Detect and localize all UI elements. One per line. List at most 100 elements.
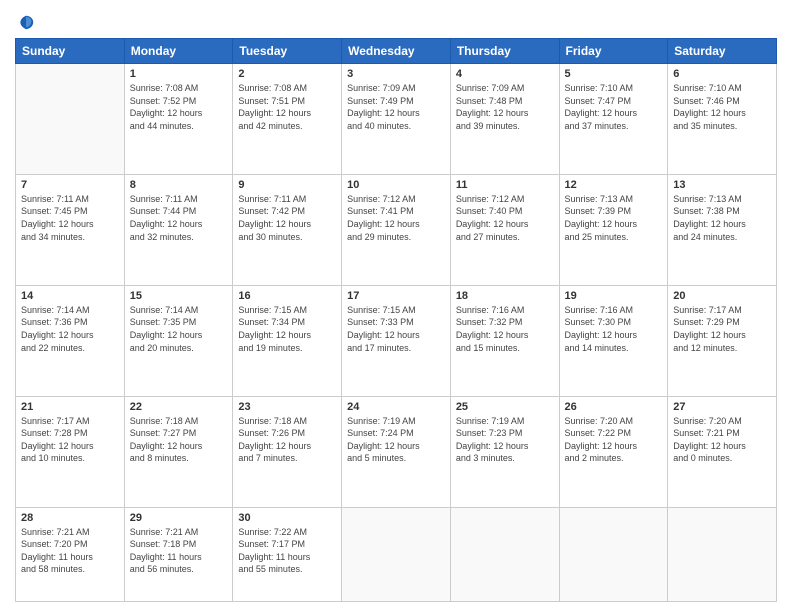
calendar-cell: 14 Sunrise: 7:14 AM Sunset: 7:36 PM Dayli… <box>16 285 125 396</box>
weekday-header-thursday: Thursday <box>450 39 559 64</box>
day-info: Sunrise: 7:12 AM Sunset: 7:40 PM Dayligh… <box>456 193 554 243</box>
calendar-cell: 18 Sunrise: 7:16 AM Sunset: 7:32 PM Dayli… <box>450 285 559 396</box>
calendar-cell: 11 Sunrise: 7:12 AM Sunset: 7:40 PM Dayli… <box>450 174 559 285</box>
weekday-header-row: SundayMondayTuesdayWednesdayThursdayFrid… <box>16 39 777 64</box>
day-info: Sunrise: 7:10 AM Sunset: 7:47 PM Dayligh… <box>565 82 663 132</box>
day-info: Sunrise: 7:20 AM Sunset: 7:21 PM Dayligh… <box>673 415 771 465</box>
calendar-cell <box>342 507 451 602</box>
calendar-cell: 1 Sunrise: 7:08 AM Sunset: 7:52 PM Daylig… <box>124 64 233 175</box>
calendar-table: SundayMondayTuesdayWednesdayThursdayFrid… <box>15 38 777 602</box>
day-info: Sunrise: 7:19 AM Sunset: 7:23 PM Dayligh… <box>456 415 554 465</box>
day-number: 10 <box>347 179 445 191</box>
day-number: 1 <box>130 68 228 80</box>
calendar-cell: 3Sunrise: 7:09 AM Sunset: 7:49 PM Daylig… <box>342 64 451 175</box>
calendar-cell: 26 Sunrise: 7:20 AM Sunset: 7:22 PM Dayli… <box>559 396 668 507</box>
day-number: 28 <box>21 512 119 524</box>
day-info: Sunrise: 7:10 AM Sunset: 7:46 PM Dayligh… <box>673 82 771 132</box>
calendar-cell: 27 Sunrise: 7:20 AM Sunset: 7:21 PM Dayli… <box>668 396 777 507</box>
day-info: Sunrise: 7:11 AM Sunset: 7:42 PM Dayligh… <box>238 193 336 243</box>
day-info: Sunrise: 7:08 AM Sunset: 7:51 PM Dayligh… <box>238 82 336 132</box>
day-number: 25 <box>456 401 554 413</box>
day-number: 22 <box>130 401 228 413</box>
day-number: 12 <box>565 179 663 191</box>
day-number: 5 <box>565 68 663 80</box>
calendar-cell: 25 Sunrise: 7:19 AM Sunset: 7:23 PM Dayli… <box>450 396 559 507</box>
day-number: 9 <box>238 179 336 191</box>
weekday-header-saturday: Saturday <box>668 39 777 64</box>
day-number: 19 <box>565 290 663 302</box>
calendar-cell <box>450 507 559 602</box>
weekday-header-tuesday: Tuesday <box>233 39 342 64</box>
week-row-3: 14 Sunrise: 7:14 AM Sunset: 7:36 PM Dayli… <box>16 285 777 396</box>
weekday-header-sunday: Sunday <box>16 39 125 64</box>
day-number: 14 <box>21 290 119 302</box>
calendar-cell: 23Sunrise: 7:18 AM Sunset: 7:26 PM Dayli… <box>233 396 342 507</box>
day-number: 17 <box>347 290 445 302</box>
day-number: 11 <box>456 179 554 191</box>
weekday-header-friday: Friday <box>559 39 668 64</box>
calendar-cell: 17 Sunrise: 7:15 AM Sunset: 7:33 PM Dayli… <box>342 285 451 396</box>
day-info: Sunrise: 7:11 AM Sunset: 7:44 PM Dayligh… <box>130 193 228 243</box>
day-number: 30 <box>238 512 336 524</box>
week-row-1: 1 Sunrise: 7:08 AM Sunset: 7:52 PM Daylig… <box>16 64 777 175</box>
day-info: Sunrise: 7:18 AM Sunset: 7:26 PM Dayligh… <box>238 415 336 465</box>
day-info: Sunrise: 7:14 AM Sunset: 7:36 PM Dayligh… <box>21 304 119 354</box>
calendar-cell: 5 Sunrise: 7:10 AM Sunset: 7:47 PM Daylig… <box>559 64 668 175</box>
day-number: 13 <box>673 179 771 191</box>
day-info: Sunrise: 7:17 AM Sunset: 7:29 PM Dayligh… <box>673 304 771 354</box>
calendar-cell: 9 Sunrise: 7:11 AM Sunset: 7:42 PM Daylig… <box>233 174 342 285</box>
day-number: 4 <box>456 68 554 80</box>
day-info: Sunrise: 7:12 AM Sunset: 7:41 PM Dayligh… <box>347 193 445 243</box>
week-row-5: 28 Sunrise: 7:21 AM Sunset: 7:20 PM Dayli… <box>16 507 777 602</box>
week-row-2: 7Sunrise: 7:11 AM Sunset: 7:45 PM Daylig… <box>16 174 777 285</box>
calendar-cell: 28 Sunrise: 7:21 AM Sunset: 7:20 PM Dayli… <box>16 507 125 602</box>
calendar-cell: 2 Sunrise: 7:08 AM Sunset: 7:51 PM Daylig… <box>233 64 342 175</box>
day-number: 6 <box>673 68 771 80</box>
calendar-cell: 13Sunrise: 7:13 AM Sunset: 7:38 PM Dayli… <box>668 174 777 285</box>
page: SundayMondayTuesdayWednesdayThursdayFrid… <box>0 0 792 612</box>
day-info: Sunrise: 7:17 AM Sunset: 7:28 PM Dayligh… <box>21 415 119 465</box>
day-info: Sunrise: 7:09 AM Sunset: 7:49 PM Dayligh… <box>347 82 445 132</box>
day-info: Sunrise: 7:22 AM Sunset: 7:17 PM Dayligh… <box>238 526 336 576</box>
logo-bird-icon <box>17 14 35 32</box>
day-info: Sunrise: 7:19 AM Sunset: 7:24 PM Dayligh… <box>347 415 445 465</box>
calendar-cell: 24 Sunrise: 7:19 AM Sunset: 7:24 PM Dayli… <box>342 396 451 507</box>
day-info: Sunrise: 7:11 AM Sunset: 7:45 PM Dayligh… <box>21 193 119 243</box>
day-number: 8 <box>130 179 228 191</box>
calendar-cell: 21 Sunrise: 7:17 AM Sunset: 7:28 PM Dayli… <box>16 396 125 507</box>
day-info: Sunrise: 7:13 AM Sunset: 7:39 PM Dayligh… <box>565 193 663 243</box>
day-number: 24 <box>347 401 445 413</box>
calendar-cell <box>559 507 668 602</box>
day-number: 2 <box>238 68 336 80</box>
day-info: Sunrise: 7:21 AM Sunset: 7:20 PM Dayligh… <box>21 526 119 576</box>
calendar-cell: 15Sunrise: 7:14 AM Sunset: 7:35 PM Dayli… <box>124 285 233 396</box>
day-info: Sunrise: 7:21 AM Sunset: 7:18 PM Dayligh… <box>130 526 228 576</box>
day-number: 18 <box>456 290 554 302</box>
calendar-cell <box>668 507 777 602</box>
weekday-header-monday: Monday <box>124 39 233 64</box>
calendar-cell: 19 Sunrise: 7:16 AM Sunset: 7:30 PM Dayli… <box>559 285 668 396</box>
calendar-cell: 16 Sunrise: 7:15 AM Sunset: 7:34 PM Dayli… <box>233 285 342 396</box>
calendar-cell: 7Sunrise: 7:11 AM Sunset: 7:45 PM Daylig… <box>16 174 125 285</box>
day-number: 27 <box>673 401 771 413</box>
calendar-cell: 29 Sunrise: 7:21 AM Sunset: 7:18 PM Dayli… <box>124 507 233 602</box>
logo <box>15 14 35 32</box>
calendar-cell: 6 Sunrise: 7:10 AM Sunset: 7:46 PM Daylig… <box>668 64 777 175</box>
calendar-cell: 30 Sunrise: 7:22 AM Sunset: 7:17 PM Dayli… <box>233 507 342 602</box>
day-number: 29 <box>130 512 228 524</box>
day-info: Sunrise: 7:20 AM Sunset: 7:22 PM Dayligh… <box>565 415 663 465</box>
calendar-cell: 20Sunrise: 7:17 AM Sunset: 7:29 PM Dayli… <box>668 285 777 396</box>
day-info: Sunrise: 7:15 AM Sunset: 7:33 PM Dayligh… <box>347 304 445 354</box>
day-number: 21 <box>21 401 119 413</box>
day-info: Sunrise: 7:15 AM Sunset: 7:34 PM Dayligh… <box>238 304 336 354</box>
day-info: Sunrise: 7:16 AM Sunset: 7:30 PM Dayligh… <box>565 304 663 354</box>
calendar-cell: 4 Sunrise: 7:09 AM Sunset: 7:48 PM Daylig… <box>450 64 559 175</box>
day-info: Sunrise: 7:18 AM Sunset: 7:27 PM Dayligh… <box>130 415 228 465</box>
day-info: Sunrise: 7:09 AM Sunset: 7:48 PM Dayligh… <box>456 82 554 132</box>
day-info: Sunrise: 7:08 AM Sunset: 7:52 PM Dayligh… <box>130 82 228 132</box>
day-info: Sunrise: 7:16 AM Sunset: 7:32 PM Dayligh… <box>456 304 554 354</box>
day-number: 26 <box>565 401 663 413</box>
day-number: 16 <box>238 290 336 302</box>
calendar-cell: 12 Sunrise: 7:13 AM Sunset: 7:39 PM Dayli… <box>559 174 668 285</box>
calendar-cell: 22 Sunrise: 7:18 AM Sunset: 7:27 PM Dayli… <box>124 396 233 507</box>
